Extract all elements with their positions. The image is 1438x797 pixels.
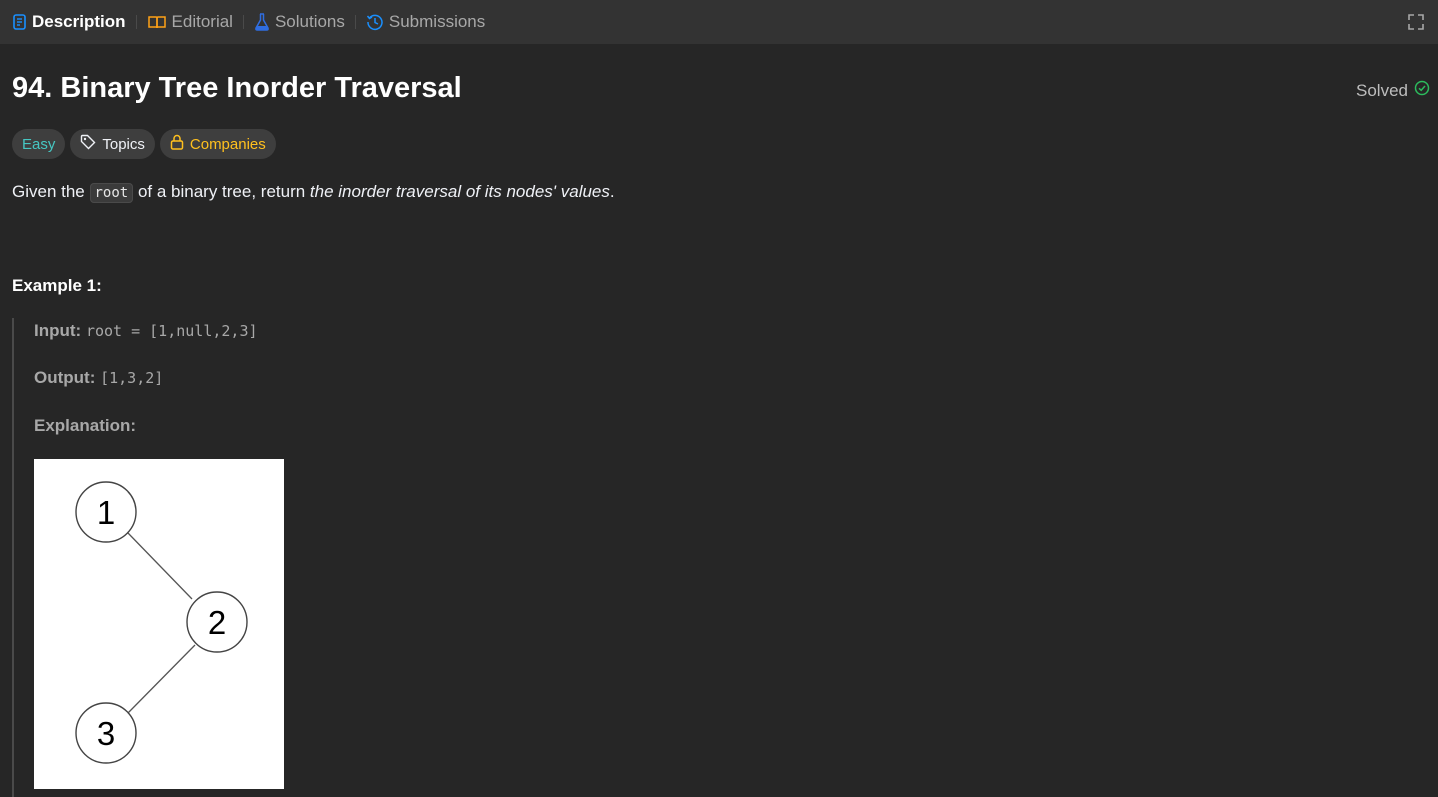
solved-status: Solved xyxy=(1356,80,1430,101)
tab-divider xyxy=(354,15,356,29)
companies-button[interactable]: Companies xyxy=(159,129,276,159)
problem-title: 94. Binary Tree Inorder Traversal xyxy=(12,72,462,104)
tree-node-label: 2 xyxy=(208,604,226,641)
tree-node-label: 3 xyxy=(97,715,115,752)
tab-solutions-label: Solutions xyxy=(274,12,345,31)
tree-diagram: 1 2 3 xyxy=(34,459,284,789)
tab-bar: Description Editorial Solutions Submissi… xyxy=(0,0,1438,44)
example-block: Input: root = [1,null,2,3] Output: [1,3,… xyxy=(12,318,412,797)
tag-icon xyxy=(80,134,96,154)
tab-submissions[interactable]: Submissions xyxy=(362,0,489,44)
tab-description[interactable]: Description xyxy=(8,0,130,44)
tab-divider xyxy=(135,15,137,29)
example-heading: Example 1: xyxy=(12,276,102,295)
description-text: . xyxy=(609,182,615,201)
example-input: Input: root = [1,null,2,3] xyxy=(34,321,258,341)
book-icon xyxy=(147,14,167,30)
tab-editorial[interactable]: Editorial xyxy=(143,0,237,44)
tab-description-label: Description xyxy=(32,12,126,31)
tree-node: 2 xyxy=(186,591,248,653)
problem-description: Given the root of a binary tree, return … xyxy=(12,182,615,203)
output-value: [1,3,2] xyxy=(100,369,164,387)
difficulty-label: Easy xyxy=(22,135,56,153)
tree-node: 3 xyxy=(75,702,137,764)
description-text: of a binary tree, return xyxy=(133,182,310,201)
topics-button[interactable]: Topics xyxy=(70,129,155,159)
topics-label: Topics xyxy=(102,135,145,153)
check-circle-icon xyxy=(1414,80,1430,101)
problem-tags: Easy Topics Companies xyxy=(12,129,276,159)
input-value: root = [1,null,2,3] xyxy=(85,322,258,340)
description-text: Given the xyxy=(12,182,90,201)
tab-solutions[interactable]: Solutions xyxy=(250,0,349,44)
companies-label: Companies xyxy=(189,135,266,153)
lock-icon xyxy=(170,134,184,154)
description-icon xyxy=(12,14,27,30)
description-emphasis: the inorder traversal of its nodes' valu… xyxy=(309,182,610,201)
tab-divider xyxy=(242,15,244,29)
example-output: Output: [1,3,2] xyxy=(34,368,163,388)
tab-submissions-label: Submissions xyxy=(388,12,486,31)
history-icon xyxy=(366,13,384,31)
solved-label: Solved xyxy=(1356,80,1408,100)
tree-edge xyxy=(127,532,193,600)
example-explanation: Explanation: xyxy=(34,416,136,436)
output-label: Output: xyxy=(34,368,96,387)
tree-node: 1 xyxy=(75,481,137,543)
explanation-label: Explanation: xyxy=(34,416,137,435)
inline-code: root xyxy=(89,183,134,203)
tree-node-label: 1 xyxy=(97,494,115,531)
tree-edge xyxy=(127,644,196,714)
difficulty-badge: Easy xyxy=(12,129,66,159)
expand-icon[interactable] xyxy=(1406,12,1426,32)
input-label: Input: xyxy=(34,321,82,340)
tab-editorial-label: Editorial xyxy=(171,12,233,31)
flask-icon xyxy=(254,13,270,31)
